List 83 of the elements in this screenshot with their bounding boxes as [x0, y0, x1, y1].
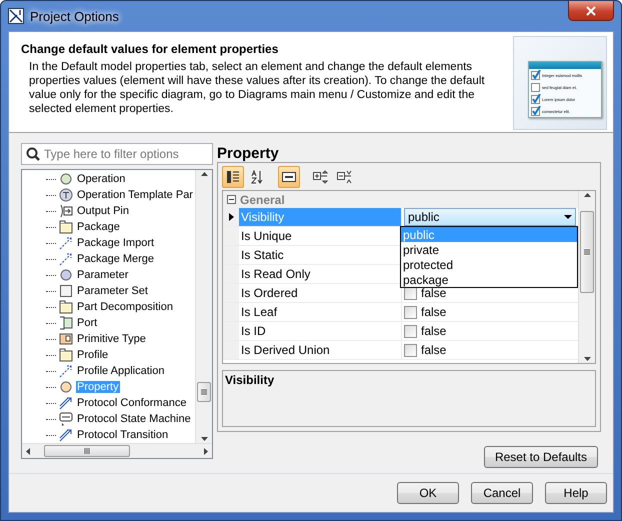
scroll-thumb[interactable]	[197, 382, 211, 402]
tree-item[interactable]: Protocol Transition	[76, 429, 170, 441]
dialog-button[interactable]: OK	[397, 482, 459, 504]
scroll-left-icon[interactable]	[26, 448, 30, 454]
tree-item[interactable]: Operation	[76, 173, 126, 185]
tree-item[interactable]: Protocol State Machine	[76, 413, 192, 425]
search-field[interactable]: Type here to filter options	[21, 143, 213, 165]
element-icon	[59, 284, 73, 298]
vertical-scrollbar[interactable]	[578, 191, 595, 363]
visibility-dropdown[interactable]: public	[404, 208, 576, 226]
dialog-button[interactable]: Cancel	[471, 482, 533, 504]
property-name[interactable]: Is Derived Union	[239, 341, 402, 359]
scroll-down-icon[interactable]	[200, 437, 208, 441]
banner-description: In the Default model properties tab, select an element and change the default elements properties values (element will have these values after its creation). To change the default value only for the specific diagram, go to Diagrams main menu / Customize and edit the selected element properties.	[28, 60, 486, 116]
tree-item[interactable]: Output Pin	[76, 205, 130, 217]
description-icon	[282, 172, 296, 182]
property-value: false	[421, 343, 446, 357]
categorized-icon	[226, 170, 240, 184]
collapse-icon	[337, 170, 353, 184]
toolbar-button[interactable]	[278, 166, 300, 188]
scroll-right-icon[interactable]	[204, 448, 208, 454]
vertical-scrollbar[interactable]	[195, 170, 212, 443]
tree-item[interactable]: Package Merge	[76, 253, 156, 265]
toolbar-button[interactable]	[222, 166, 244, 188]
element-icon	[59, 332, 73, 346]
description-title: Visibility	[225, 373, 274, 387]
element-icon	[59, 188, 73, 202]
window-title: Project Options	[30, 8, 119, 24]
expand-icon	[313, 170, 329, 184]
grip-icon	[201, 388, 207, 394]
element-icon	[59, 364, 73, 378]
tree-item[interactable]: Profile	[76, 349, 110, 361]
tree-item[interactable]: Package Import	[76, 237, 156, 249]
element-icon	[59, 236, 73, 250]
element-icon	[59, 412, 73, 426]
element-icon	[59, 204, 73, 218]
element-icon	[59, 396, 73, 410]
close-button[interactable]	[568, 1, 614, 21]
checkbox[interactable]	[404, 344, 417, 356]
property-value: false	[421, 286, 446, 300]
property-value: false	[421, 324, 446, 338]
checkbox[interactable]	[404, 306, 417, 318]
close-icon	[586, 6, 596, 16]
reset-button[interactable]: Reset to Defaults	[484, 446, 598, 468]
tree-item[interactable]: Port	[76, 317, 98, 329]
current-row-icon	[228, 213, 234, 221]
property-name[interactable]: Is Leaf	[239, 303, 402, 321]
sort-icon	[250, 170, 264, 184]
scroll-up-icon[interactable]	[200, 172, 208, 176]
tree-item[interactable]: Part Decomposition	[76, 301, 174, 313]
scroll-down-icon[interactable]	[584, 357, 590, 361]
tree-item[interactable]: Package	[76, 221, 121, 233]
element-icon	[59, 348, 73, 362]
tree-item[interactable]: Profile Application	[76, 365, 166, 377]
tree-item[interactable]: Protocol Conformance	[76, 397, 188, 409]
row-header[interactable]	[223, 208, 239, 226]
element-icon	[59, 220, 73, 234]
element-icon	[59, 428, 73, 442]
element-icon	[59, 252, 73, 266]
group-label: General	[240, 192, 285, 206]
collapse-icon[interactable]	[227, 195, 236, 204]
element-icon	[59, 316, 73, 330]
property-title: Property	[217, 145, 280, 162]
tree-item[interactable]: Operation Template Par	[76, 189, 194, 201]
scroll-thumb[interactable]	[44, 445, 130, 457]
element-icon	[59, 300, 73, 314]
tree-item[interactable]: Parameter Set	[76, 285, 149, 297]
grip-icon	[584, 249, 590, 255]
illustration-header	[529, 62, 601, 69]
scroll-up-icon[interactable]	[584, 193, 590, 197]
caret-icon	[564, 215, 572, 219]
horizontal-scrollbar[interactable]	[22, 443, 212, 458]
dialog-button[interactable]: Help	[545, 482, 607, 504]
property-name[interactable]: Is ID	[239, 322, 402, 340]
checkbox[interactable]	[404, 324, 417, 338]
property-value: false	[421, 305, 446, 319]
app-icon	[8, 8, 24, 24]
grip-icon	[84, 448, 90, 454]
tree-item[interactable]: Primitive Type	[76, 333, 147, 345]
tree-item[interactable]: Parameter	[76, 269, 130, 281]
search-icon	[26, 147, 40, 161]
banner-heading: Change default values for element properties	[21, 42, 280, 56]
scroll-thumb[interactable]	[580, 211, 594, 293]
